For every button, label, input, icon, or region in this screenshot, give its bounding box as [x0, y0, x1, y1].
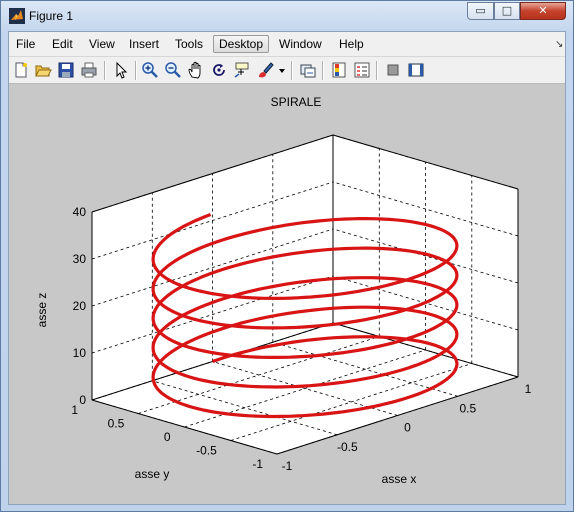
z-tick-label: 0 — [79, 393, 86, 407]
close-button[interactable]: ✕ — [520, 2, 566, 20]
new-figure-icon[interactable] — [12, 61, 30, 79]
matlab-logo-icon — [9, 8, 25, 24]
toolbar-separator — [291, 61, 293, 80]
data-cursor-icon[interactable] — [233, 61, 251, 79]
menu-view[interactable]: View — [84, 35, 120, 53]
save-icon[interactable] — [57, 61, 75, 79]
x-tick-label: 0.5 — [459, 401, 476, 415]
y-tick-label: -0.5 — [196, 444, 217, 458]
z-tick-label: 30 — [73, 252, 87, 266]
toolbar-separator — [322, 61, 324, 80]
minimize-button[interactable]: ▭ — [467, 2, 494, 20]
figure-window: Figure 1 ▭ □ ✕ File Edit View Insert Too… — [0, 0, 574, 512]
figure-toolbar — [9, 56, 565, 84]
maximize-icon: □ — [501, 4, 513, 17]
z-tick-label: 20 — [73, 299, 87, 313]
window-title: Figure 1 — [29, 9, 74, 23]
toolbar-separator — [376, 61, 378, 80]
toolbar-separator — [104, 61, 106, 80]
menu-bar: File Edit View Insert Tools Desktop Wind… — [9, 32, 565, 56]
link-plot-icon[interactable] — [299, 61, 317, 79]
close-icon: ✕ — [538, 4, 548, 17]
x-tick-label: 1 — [525, 382, 532, 396]
pan-hand-icon[interactable] — [187, 61, 205, 79]
y-tick-label: 0 — [164, 430, 171, 444]
title-bar[interactable]: Figure 1 ▭ □ ✕ — [1, 1, 573, 31]
insert-colorbar-icon[interactable] — [330, 61, 348, 79]
y-tick-label: -1 — [252, 457, 263, 471]
figure-canvas[interactable]: -1 -0.5 0 0.5 1 1 0.5 0 -0.5 -1 0 10 20 30 40 SPIRALE … — [9, 84, 565, 504]
zoom-in-icon[interactable] — [141, 61, 159, 79]
menu-file[interactable]: File — [11, 35, 40, 53]
minimize-icon: ▭ — [475, 4, 486, 17]
x-tick-label: 0 — [404, 421, 411, 435]
show-plot-tools-icon[interactable] — [407, 61, 425, 79]
y-axis-label: asse y — [135, 467, 170, 481]
menu-desktop[interactable]: Desktop — [213, 35, 270, 53]
menu-help[interactable]: Help — [334, 35, 369, 53]
maximize-button[interactable]: □ — [494, 2, 520, 20]
brush-dropdown-icon[interactable] — [277, 61, 287, 79]
zoom-out-icon[interactable] — [164, 61, 182, 79]
z-tick-label: 10 — [73, 346, 87, 360]
insert-legend-icon[interactable] — [353, 61, 371, 79]
x-axis-label: asse x — [382, 472, 417, 486]
brush-icon[interactable] — [256, 61, 274, 79]
toolbar-separator — [135, 61, 137, 80]
menu-insert[interactable]: Insert — [124, 35, 164, 53]
x-tick-label: -1 — [282, 459, 293, 473]
menu-tools[interactable]: Tools — [170, 35, 208, 53]
dock-arrow-icon[interactable]: ↘ — [555, 39, 563, 50]
hide-plot-tools-icon[interactable] — [384, 61, 402, 79]
spiral-3d-plot[interactable]: -1-0.500.5110.50-0.5-1010203040 SPIRALE … — [9, 84, 565, 504]
edit-plot-arrow-icon[interactable] — [112, 61, 130, 79]
y-tick-label: 1 — [71, 403, 78, 417]
z-tick-label: 40 — [73, 205, 87, 219]
x-tick-label: -0.5 — [337, 440, 358, 454]
plot-title: SPIRALE — [271, 95, 322, 109]
menu-edit[interactable]: Edit — [47, 35, 78, 53]
print-icon[interactable] — [80, 61, 98, 79]
rotate-3d-icon[interactable] — [210, 61, 228, 79]
y-tick-label: 0.5 — [108, 417, 125, 431]
menu-window[interactable]: Window — [274, 35, 327, 53]
figure-client-area: File Edit View Insert Tools Desktop Wind… — [8, 31, 566, 505]
open-file-icon[interactable] — [34, 61, 52, 79]
z-axis-label: asse z — [35, 293, 49, 328]
